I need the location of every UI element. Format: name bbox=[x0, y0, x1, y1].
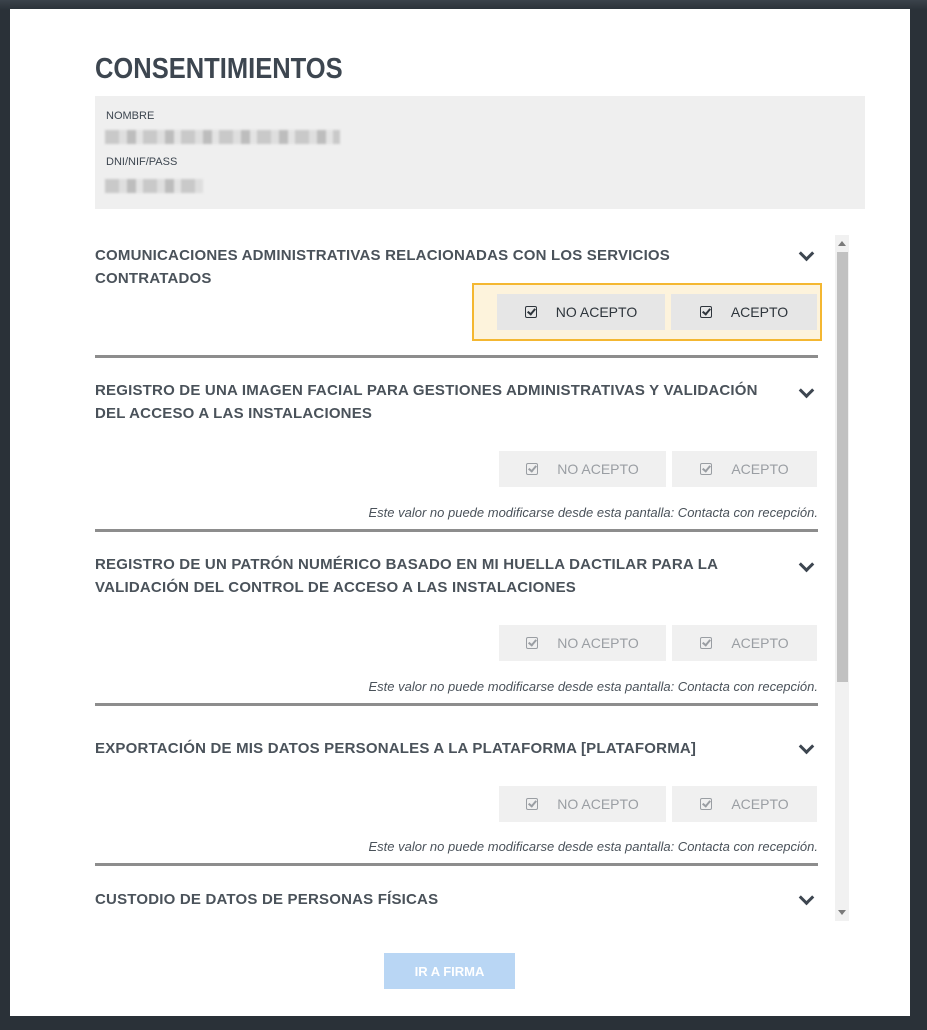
accept-label: ACEPTO bbox=[731, 461, 789, 477]
id-value-redacted bbox=[105, 179, 203, 193]
checkbox-check-icon bbox=[700, 463, 713, 475]
checkbox-check-icon bbox=[526, 637, 539, 649]
reject-button[interactable]: NO ACEPTO bbox=[499, 786, 666, 822]
chevron-down-icon[interactable] bbox=[798, 382, 815, 399]
accept-label: ACEPTO bbox=[731, 635, 789, 651]
locked-note: Este valor no puede modificarse desde es… bbox=[368, 505, 819, 520]
user-info-panel: NOMBRE DNI/NIF/PASS bbox=[95, 96, 865, 209]
section-divider bbox=[95, 703, 818, 706]
reject-label: NO ACEPTO bbox=[557, 796, 639, 812]
section-divider bbox=[95, 355, 818, 358]
accept-button[interactable]: ACEPTO bbox=[672, 451, 817, 487]
section-divider bbox=[95, 529, 818, 532]
consent-options: NO ACEPTO ACEPTO bbox=[499, 786, 817, 822]
scrollbar[interactable] bbox=[835, 235, 849, 921]
page-title: CONSENTIMIENTOS bbox=[95, 53, 343, 85]
chevron-down-icon[interactable] bbox=[798, 245, 815, 262]
checkbox-check-icon bbox=[700, 637, 713, 649]
checkbox-check-icon bbox=[700, 798, 713, 810]
accept-label: ACEPTO bbox=[730, 304, 789, 320]
consent-title: REGISTRO DE UNA IMAGEN FACIAL PARA GESTI… bbox=[95, 382, 758, 422]
chevron-down-icon[interactable] bbox=[798, 889, 815, 906]
locked-note: Este valor no puede modificarse desde es… bbox=[368, 839, 819, 854]
scrollbar-thumb[interactable] bbox=[837, 252, 848, 682]
scroll-up-arrow-icon[interactable] bbox=[838, 241, 846, 246]
checkbox-check-icon bbox=[524, 306, 537, 318]
reject-label: NO ACEPTO bbox=[555, 304, 638, 320]
name-value-redacted bbox=[105, 130, 340, 144]
reject-button[interactable]: NO ACEPTO bbox=[499, 451, 666, 487]
id-label: DNI/NIF/PASS bbox=[106, 156, 178, 168]
reject-label: NO ACEPTO bbox=[557, 461, 639, 477]
consent-title: CUSTODIO DE DATOS DE PERSONAS FÍSICAS bbox=[95, 891, 439, 908]
scroll-down-arrow-icon[interactable] bbox=[838, 910, 846, 915]
accept-label: ACEPTO bbox=[731, 796, 789, 812]
consent-title: EXPORTACIÓN DE MIS DATOS PERSONALES A LA… bbox=[95, 740, 697, 757]
chevron-down-icon[interactable] bbox=[798, 556, 815, 573]
checkbox-check-icon bbox=[526, 463, 539, 475]
consents-modal: CONSENTIMIENTOS NOMBRE DNI/NIF/PASS COMU… bbox=[10, 9, 910, 1016]
go-to-sign-button[interactable]: IR A FIRMA bbox=[384, 953, 515, 989]
reject-button[interactable]: NO ACEPTO bbox=[499, 625, 666, 661]
reject-button[interactable]: NO ACEPTO bbox=[497, 294, 665, 330]
chevron-down-icon[interactable] bbox=[798, 738, 815, 755]
consent-options: NO ACEPTO ACEPTO bbox=[499, 625, 817, 661]
consents-list[interactable]: COMUNICACIONES ADMINISTRATIVAS RELACIONA… bbox=[95, 236, 851, 922]
reject-label: NO ACEPTO bbox=[557, 635, 639, 651]
checkbox-check-icon bbox=[526, 798, 539, 810]
accept-button[interactable]: ACEPTO bbox=[672, 786, 817, 822]
section-divider bbox=[95, 863, 818, 866]
consent-title: REGISTRO DE UN PATRÓN NUMÉRICO BASADO EN… bbox=[95, 556, 718, 596]
locked-note: Este valor no puede modificarse desde es… bbox=[368, 679, 819, 694]
accept-button[interactable]: ACEPTO bbox=[672, 625, 817, 661]
consent-options: NO ACEPTO ACEPTO bbox=[499, 451, 817, 487]
name-label: NOMBRE bbox=[106, 110, 155, 122]
accept-button[interactable]: ACEPTO bbox=[671, 294, 817, 330]
consent-options: NO ACEPTO ACEPTO bbox=[472, 283, 822, 341]
checkbox-check-icon bbox=[699, 306, 712, 318]
